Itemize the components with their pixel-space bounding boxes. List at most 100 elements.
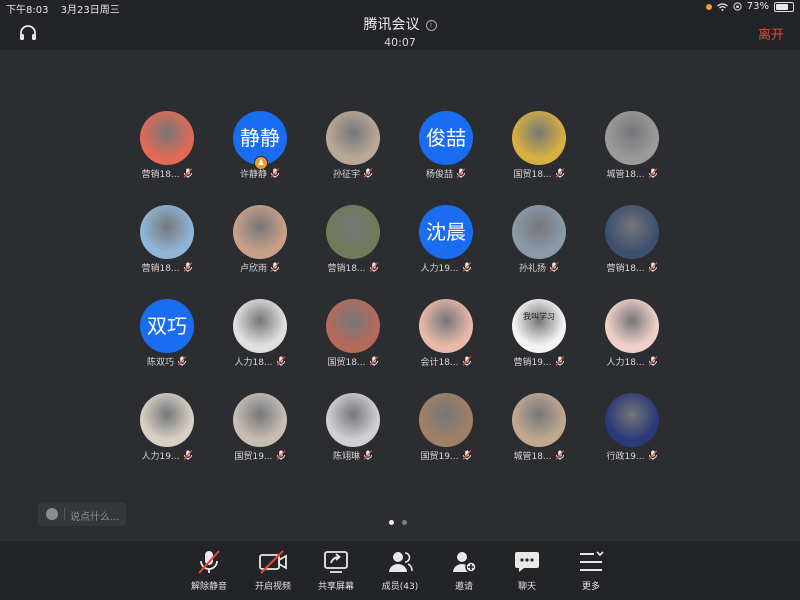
participant-name-row: 城管18...	[492, 449, 586, 462]
unmute-button[interactable]: 解除静音	[181, 549, 237, 595]
battery-icon	[774, 1, 794, 12]
participant-tile[interactable]: 营销18...	[585, 202, 677, 282]
participant-tile[interactable]: 双巧 陈双巧	[120, 296, 212, 376]
chat-bubble-icon	[515, 552, 539, 572]
participant-tile[interactable]: 人力19...	[120, 390, 212, 470]
mic-muted-icon	[183, 262, 193, 272]
participant-name-row: 营销18...	[306, 261, 400, 274]
participant-name-row: 营销19...	[492, 355, 586, 368]
participant-tile[interactable]: 人力18...	[213, 296, 305, 376]
mic-muted-icon	[648, 168, 658, 178]
participant-tile[interactable]: 孙礼扬	[492, 202, 584, 282]
participant-name: 人力18...	[606, 358, 645, 368]
participant-name: 会计18...	[420, 358, 459, 368]
mic-muted-icon	[555, 168, 565, 178]
meeting-title: 腾讯会议	[363, 17, 420, 33]
info-icon[interactable]: i	[425, 20, 437, 31]
mic-muted-icon	[369, 356, 379, 366]
participant-tile[interactable]: 营销18...	[120, 202, 212, 282]
participant-avatar	[512, 393, 566, 447]
share-screen-button[interactable]: 共享屏幕	[308, 549, 364, 595]
participant-avatar	[605, 299, 659, 353]
participant-avatar: 双巧	[140, 299, 194, 353]
participant-tile[interactable]: 人力18...	[585, 296, 677, 376]
participant-tile[interactable]: 陈翊琳	[306, 390, 398, 470]
chat-placeholder: 说点什么...	[70, 512, 120, 523]
participant-name-row: 人力19...	[120, 449, 214, 462]
more-button[interactable]: 更多	[563, 549, 619, 595]
participant-name: 杨俊喆	[425, 170, 453, 180]
invite-label: 邀请	[454, 582, 473, 592]
participant-tile[interactable]: 国贸18...	[492, 108, 584, 188]
mic-muted-icon	[276, 356, 286, 366]
participant-tile[interactable]: 沈晨 人力19...	[399, 202, 491, 282]
mic-muted-icon	[462, 262, 472, 272]
top-bar: 下午8:03 3月23日周三 73% 腾讯会议 i 40:07 离开	[0, 0, 800, 50]
page-dot[interactable]	[389, 520, 394, 525]
participant-tile[interactable]: 国贸19...	[213, 390, 305, 470]
participant-tile[interactable]: 卢欣雨	[213, 202, 305, 282]
mic-muted-icon	[183, 450, 193, 460]
participant-name-row: 人力18...	[213, 355, 307, 368]
mic-muted-icon	[456, 168, 466, 178]
mic-muted-icon	[549, 262, 559, 272]
participant-tile[interactable]: 营销18...	[120, 108, 212, 188]
more-label: 更多	[581, 582, 600, 592]
participant-name-row: 行政19...	[585, 449, 679, 462]
mic-muted-icon	[363, 168, 373, 178]
participant-name: 孙礼扬	[518, 264, 546, 274]
mic-muted-icon	[462, 450, 472, 460]
participant-tile[interactable]: 行政19...	[585, 390, 677, 470]
participant-avatar	[140, 111, 194, 165]
invite-icon	[453, 552, 477, 573]
page-dot[interactable]	[402, 520, 407, 525]
wifi-icon	[716, 2, 728, 11]
participant-name: 国贸18...	[327, 358, 366, 368]
participant-tile[interactable]: 孙征宇	[306, 108, 398, 188]
participant-tile[interactable]: 城管18...	[492, 390, 584, 470]
participant-avatar	[233, 299, 287, 353]
battery-percent: 73%	[746, 1, 769, 12]
chat-input[interactable]: 说点什么...	[38, 502, 126, 526]
participant-name: 人力18...	[234, 358, 273, 368]
participant-avatar	[326, 111, 380, 165]
participant-avatar	[326, 393, 380, 447]
mic-muted-icon	[198, 550, 220, 574]
battery-level-fill	[776, 3, 788, 10]
participant-tile[interactable]: 国贸19...	[399, 390, 491, 470]
start-video-button[interactable]: 开启视频	[245, 549, 301, 595]
participant-name: 城管18...	[606, 170, 645, 180]
leave-button[interactable]: 离开	[758, 24, 784, 43]
emoji-icon[interactable]	[46, 508, 58, 520]
participant-name-row: 会计18...	[399, 355, 493, 368]
participant-tile[interactable]: 会计18...	[399, 296, 491, 376]
participant-tile[interactable]: 俊喆 杨俊喆	[399, 108, 491, 188]
participant-name-row: 国贸19...	[399, 449, 493, 462]
participant-name-row: 国贸18...	[492, 167, 586, 180]
mic-muted-icon	[270, 262, 280, 272]
participant-tile[interactable]: 我叫学习 营销19...	[492, 296, 584, 376]
participant-avatar	[326, 299, 380, 353]
participant-name: 陈翊琳	[332, 452, 360, 462]
mic-muted-icon	[183, 168, 193, 178]
members-button[interactable]: 成员(43)	[372, 549, 428, 595]
chat-button[interactable]: 聊天	[499, 549, 555, 595]
start-video-label: 开启视频	[254, 582, 291, 592]
participant-avatar	[140, 205, 194, 259]
participant-name: 营销18...	[141, 264, 180, 274]
participant-name-row: 孙礼扬	[492, 261, 586, 274]
participant-tile[interactable]: 营销18...	[306, 202, 398, 282]
participant-name-row: 营销18...	[120, 261, 214, 274]
participant-tile[interactable]: 城管18...	[585, 108, 677, 188]
invite-button[interactable]: 邀请	[436, 549, 492, 595]
chat-label: 聊天	[517, 582, 536, 592]
meeting-timer: 40:07	[384, 36, 416, 49]
status-bar-right: 73%	[705, 1, 794, 12]
participant-avatar: 沈晨	[419, 205, 473, 259]
mic-muted-icon	[555, 450, 565, 460]
participant-tile[interactable]: 国贸18...	[306, 296, 398, 376]
participant-avatar	[512, 205, 566, 259]
video-off-icon	[259, 550, 287, 574]
participant-tile[interactable]: 静静 ♟ 许静静	[213, 108, 305, 188]
participant-name: 营销18...	[327, 264, 366, 274]
